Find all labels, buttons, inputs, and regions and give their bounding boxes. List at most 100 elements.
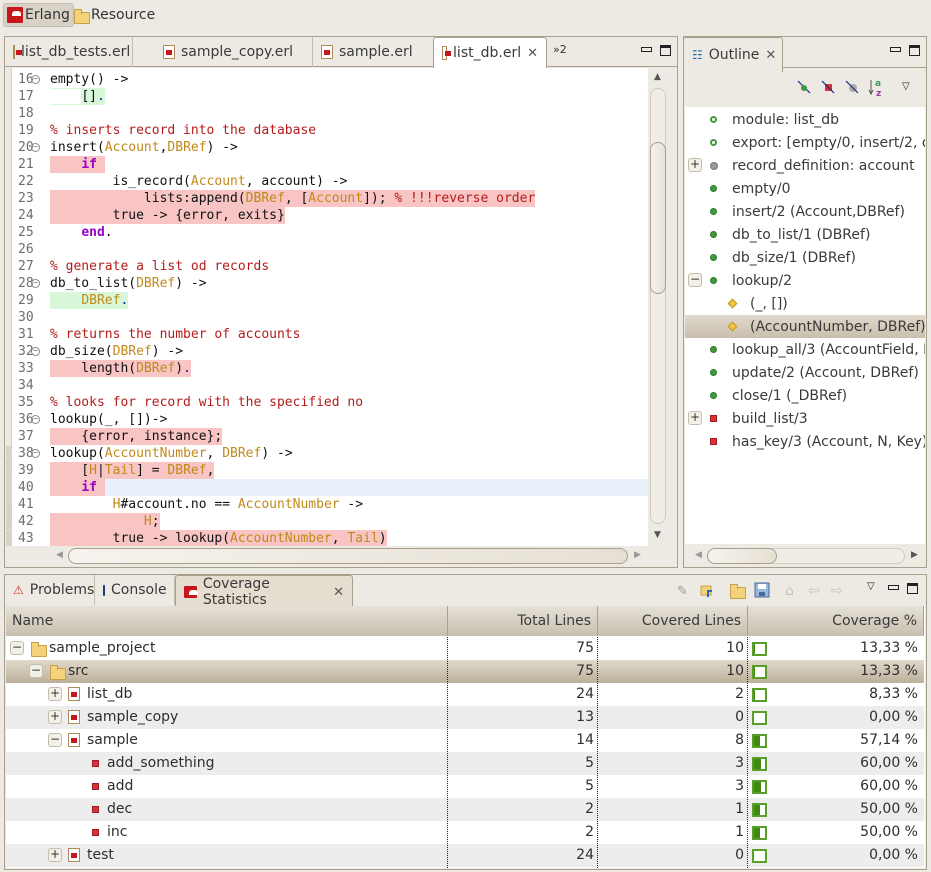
home-icon[interactable]: ⌂ xyxy=(785,583,794,599)
table-row[interactable]: dec 2 1 50,00 % xyxy=(6,798,924,821)
table-row[interactable]: + sample_copy 13 0 0,00 % xyxy=(6,706,924,729)
close-icon[interactable]: ✕ xyxy=(333,585,344,600)
minimize-icon[interactable] xyxy=(888,585,899,590)
fold-toggle-icon[interactable]: − xyxy=(31,415,40,424)
expand-icon[interactable]: + xyxy=(688,411,702,425)
refresh-icon[interactable] xyxy=(700,583,716,599)
scrollbar-thumb[interactable] xyxy=(68,548,628,564)
outline-item[interactable]: − lookup/2 xyxy=(685,269,925,292)
clear-icon[interactable]: ✎ xyxy=(677,584,688,599)
collapse-icon[interactable]: − xyxy=(48,733,62,747)
scroll-right-icon[interactable]: ▶ xyxy=(911,550,918,560)
outline-item[interactable]: (AccountNumber, DBRef) xyxy=(685,315,925,338)
scroll-left-icon[interactable]: ◀ xyxy=(56,550,63,560)
expand-icon[interactable]: + xyxy=(48,687,62,701)
minimize-icon[interactable] xyxy=(890,47,901,52)
outline-item[interactable]: (_, []) xyxy=(685,292,925,315)
scrollbar-thumb[interactable] xyxy=(650,142,666,294)
tab-sample-copy[interactable]: sample_copy.erl xyxy=(155,37,313,67)
column-header-coverage[interactable]: Coverage % xyxy=(748,606,924,636)
minimize-icon[interactable] xyxy=(641,47,652,52)
scrollbar-thumb[interactable] xyxy=(707,548,777,564)
outline-item[interactable]: db_size/1 (DBRef) xyxy=(685,246,925,269)
scroll-left-icon[interactable]: ◀ xyxy=(695,550,702,560)
outline-item[interactable]: insert/2 (Account,DBRef) xyxy=(685,200,925,223)
editor-vertical-scrollbar[interactable]: ▲ ▼ xyxy=(648,68,668,546)
outline-item[interactable]: module: list_db xyxy=(685,108,925,131)
outline-item[interactable]: empty/0 xyxy=(685,177,925,200)
view-menu-icon[interactable]: ▽ xyxy=(867,581,875,592)
collapse-icon[interactable]: − xyxy=(688,273,702,287)
public-function-icon xyxy=(710,392,717,399)
editor-horizontal-scrollbar[interactable]: ◀ ▶ xyxy=(6,546,648,566)
tab-sample[interactable]: sample.erl xyxy=(313,37,435,67)
fold-toggle-icon[interactable]: − xyxy=(31,143,40,152)
expand-icon[interactable]: + xyxy=(48,710,62,724)
tab-coverage-statistics[interactable]: Coverage Statistics ✕ xyxy=(175,575,353,608)
table-row[interactable]: + test 24 0 0,00 % xyxy=(6,844,924,867)
line-number: 42 xyxy=(18,514,34,529)
forward-icon[interactable]: ⇨ xyxy=(831,583,843,599)
tab-console[interactable]: Console xyxy=(95,575,175,605)
outline-item[interactable]: close/1 (_DBRef) xyxy=(685,384,925,407)
column-header-covered-lines[interactable]: Covered Lines xyxy=(598,606,748,636)
table-row[interactable]: − src 75 10 13,33 % xyxy=(6,660,924,683)
fold-toggle-icon[interactable]: − xyxy=(31,279,40,288)
expand-icon[interactable]: + xyxy=(48,848,62,862)
table-row[interactable]: + list_db 24 2 8,33 % xyxy=(6,683,924,706)
outline-item[interactable]: lookup_all/3 (AccountField, Ke xyxy=(685,338,925,361)
outline-horizontal-scrollbar[interactable]: ◀ ▶ xyxy=(685,546,925,566)
fold-toggle-icon[interactable]: − xyxy=(31,75,40,84)
close-icon[interactable]: ✕ xyxy=(765,48,776,63)
tab-list-db[interactable]: list_db.erl ✕ xyxy=(433,37,547,68)
table-row[interactable]: − sample_project 75 10 13,33 % xyxy=(6,637,924,660)
perspective-resource[interactable]: Resource xyxy=(70,3,158,27)
outline-item[interactable]: export: [empty/0, insert/2, db xyxy=(685,131,925,154)
tab-list-db-tests[interactable]: list_db_tests.erl xyxy=(5,37,133,67)
collapse-icon[interactable]: − xyxy=(10,641,24,655)
function-icon xyxy=(92,783,99,790)
erlang-file-icon xyxy=(442,46,452,60)
close-icon[interactable]: ✕ xyxy=(527,46,538,61)
maximize-icon[interactable] xyxy=(660,45,671,56)
expand-icon[interactable]: + xyxy=(688,158,702,172)
sort-alpha-icon[interactable]: az xyxy=(868,77,886,99)
perspective-erlang[interactable]: Erlang xyxy=(3,3,74,27)
tab-overflow-button[interactable]: »2 xyxy=(553,43,567,56)
column-header-name[interactable]: Name xyxy=(6,606,448,636)
view-menu-icon[interactable]: ▽ xyxy=(902,81,910,92)
outline-item[interactable]: db_to_list/1 (DBRef) xyxy=(685,223,925,246)
function-icon xyxy=(92,829,99,836)
tab-outline[interactable]: ☷ Outline ✕ xyxy=(683,37,783,72)
outline-item[interactable]: update/2 (Account, DBRef) xyxy=(685,361,925,384)
attribute-icon xyxy=(710,139,717,146)
outline-item[interactable]: + record_definition: account xyxy=(685,154,925,177)
maximize-icon[interactable] xyxy=(907,583,918,594)
maximize-icon[interactable] xyxy=(909,45,920,56)
back-icon[interactable]: ⇦ xyxy=(808,583,820,599)
fold-toggle-icon[interactable]: − xyxy=(31,347,40,356)
fold-toggle-icon[interactable]: − xyxy=(31,449,40,458)
scroll-down-icon[interactable]: ▼ xyxy=(654,530,661,540)
outline-item[interactable]: has_key/3 (Account, N, Key) xyxy=(685,430,925,453)
outline-item-label: lookup_all/3 (AccountField, Ke xyxy=(732,341,925,358)
hide-static-icon[interactable] xyxy=(844,79,860,95)
column-header-total-lines[interactable]: Total Lines xyxy=(448,606,598,636)
code-token: Account xyxy=(308,191,364,206)
save-icon[interactable] xyxy=(754,582,770,598)
collapse-icon[interactable]: − xyxy=(29,664,43,678)
table-row[interactable]: − sample 14 8 57,14 % xyxy=(6,729,924,752)
table-row[interactable]: add 5 3 60,00 % xyxy=(6,775,924,798)
outline-item[interactable]: + build_list/3 xyxy=(685,407,925,430)
scroll-right-icon[interactable]: ▶ xyxy=(634,550,641,560)
hide-private-icon[interactable] xyxy=(820,79,836,95)
code-token: . xyxy=(120,293,129,308)
scroll-up-icon[interactable]: ▲ xyxy=(654,72,661,82)
table-row[interactable]: inc 2 1 50,00 % xyxy=(6,821,924,844)
code-editor[interactable]: 16− empty() -> 17 []. 18 19% inserts record … xyxy=(6,68,648,546)
private-function-icon xyxy=(710,438,717,445)
open-icon[interactable] xyxy=(729,584,746,601)
tab-problems[interactable]: ⚠ Problems xyxy=(5,575,95,605)
table-row[interactable]: add_something 5 3 60,00 % xyxy=(6,752,924,775)
hide-fields-icon[interactable] xyxy=(796,79,812,95)
